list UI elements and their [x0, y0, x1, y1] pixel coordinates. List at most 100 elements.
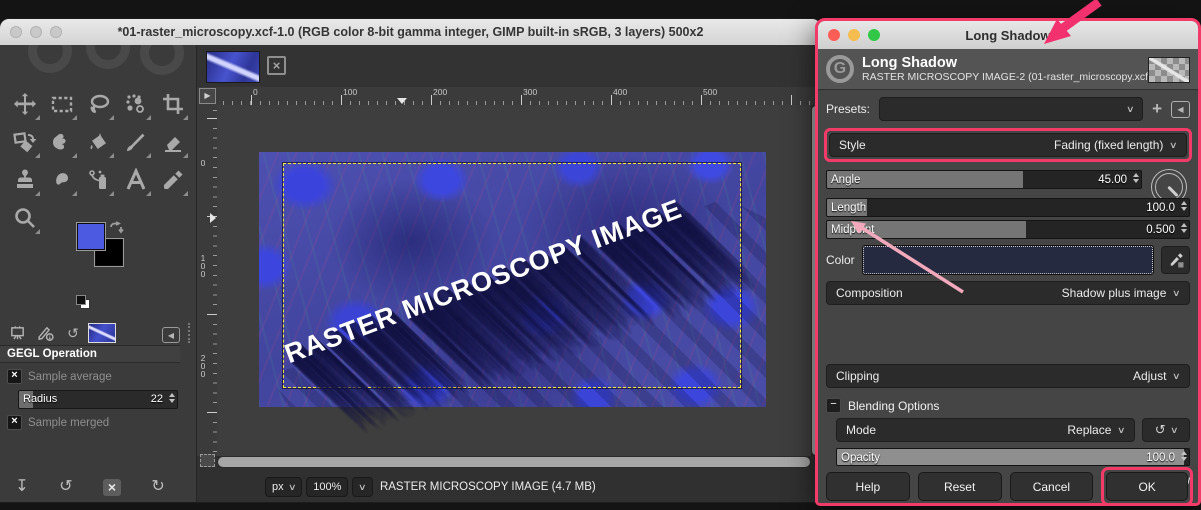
midpoint-spinner[interactable]	[1181, 223, 1187, 233]
quickmask-toggle-button[interactable]	[200, 454, 215, 467]
midpoint-slider[interactable]: Midpoint 0.500	[826, 220, 1190, 239]
opacity-label: Opacity	[841, 451, 880, 464]
chevron-down-icon: ∨	[1169, 424, 1179, 435]
composition-dropdown[interactable]: Composition Shadow plus image ∨	[826, 281, 1190, 305]
h-ruler-label: 0	[253, 87, 258, 97]
save-tool-preset-button[interactable]: ↧	[15, 479, 28, 495]
cancel-button[interactable]: Cancel	[1009, 472, 1094, 501]
move-tool-icon[interactable]	[6, 85, 43, 123]
reset-button[interactable]: Reset	[917, 472, 1002, 501]
vertical-ruler[interactable]: 0 100 200	[197, 105, 218, 456]
main-window-titlebar: *01-raster_microscopy.xcf-1.0 (RGB color…	[0, 19, 821, 45]
presets-dropdown[interactable]: ∨	[879, 97, 1144, 121]
radius-spinner[interactable]	[169, 393, 175, 403]
canvas-viewport[interactable]: RASTER MICROSCOPY IMAGE	[217, 105, 811, 456]
reset-tool-options-button[interactable]: ↻	[151, 479, 164, 495]
tab-undo-history[interactable]: ↺	[60, 323, 86, 343]
sample-merged-checkbox[interactable]: ×	[7, 415, 22, 430]
main-window-title: *01-raster_microscopy.xcf-1.0 (RGB color…	[117, 25, 704, 39]
clone-tool-icon[interactable]	[6, 161, 43, 199]
mode-label: Mode	[846, 423, 877, 437]
delete-tool-preset-button[interactable]: ×	[102, 478, 121, 496]
angle-slider[interactable]: Angle 45.00	[826, 170, 1142, 189]
color-picker-tool-icon[interactable]	[154, 161, 191, 199]
midpoint-value: 0.500	[1146, 223, 1175, 236]
style-label: Style	[839, 138, 866, 152]
filter-name: Long Shadow	[862, 54, 958, 71]
microscopy-image[interactable]: RASTER MICROSCOPY IMAGE	[259, 152, 766, 407]
add-preset-icon[interactable]: +	[1152, 99, 1162, 119]
foreground-color-swatch[interactable]	[77, 223, 105, 250]
bucket-fill-tool-icon[interactable]	[80, 123, 117, 161]
filter-target-image: RASTER MICROSCOPY IMAGE-2 (01-raster_mic…	[862, 71, 1152, 84]
close-image-icon[interactable]: ×	[267, 56, 286, 75]
long-shadow-dialog: Long Shadow G Long Shadow RASTER MICROSC…	[815, 18, 1201, 506]
style-dropdown[interactable]: Style Fading (fixed length) ∨	[829, 133, 1187, 157]
dock-collapse-button[interactable]: ◀	[162, 327, 180, 343]
horizontal-ruler[interactable]: 0 100 200 300 400 500	[217, 87, 821, 106]
crop-tool-icon[interactable]	[154, 85, 191, 123]
tool-options-footer: ↧ ↺ × ↻	[0, 475, 180, 499]
gegl-operation-panel: GEGL Operation × Sample average Radius 2…	[0, 345, 180, 430]
chevron-down-icon: ∨	[1126, 103, 1136, 114]
presets-manage-icon[interactable]: ◀	[1171, 100, 1190, 118]
length-slider[interactable]: Length 100.0	[826, 198, 1190, 217]
smudge-tool-icon[interactable]	[43, 161, 80, 199]
dialog-titlebar[interactable]: Long Shadow	[818, 21, 1198, 49]
status-bar: px ∨ 100% ∨ RASTER MICROSCOPY IMAGE (4.7…	[197, 476, 821, 498]
opacity-value: 100.0	[1146, 451, 1175, 464]
airbrush-tool-icon[interactable]	[80, 161, 117, 199]
zoom-tool-icon[interactable]	[6, 199, 43, 237]
collapse-section-icon[interactable]: −	[826, 398, 841, 413]
zoom-level-input[interactable]: 100%	[306, 477, 349, 497]
dock-drag-handle[interactable]	[188, 323, 190, 343]
tab-device-status[interactable]	[32, 323, 58, 343]
zoom-dropdown-button[interactable]: ∨	[352, 477, 373, 497]
angle-spinner[interactable]	[1133, 173, 1139, 183]
mode-value: Replace	[1067, 423, 1112, 437]
color-picker-button[interactable]	[1161, 246, 1190, 274]
sample-average-checkbox[interactable]: ×	[7, 369, 22, 384]
gimp-wilber-logo	[0, 45, 190, 81]
dialog-title: Long Shadow	[965, 27, 1051, 43]
restore-tool-preset-button[interactable]: ↺	[59, 479, 72, 495]
warp-transform-tool-icon[interactable]	[43, 123, 80, 161]
eraser-tool-icon[interactable]	[154, 123, 191, 161]
canvas-menu-button[interactable]: ▶	[199, 88, 216, 104]
tab-tool-options[interactable]	[4, 323, 30, 343]
unit-dropdown[interactable]: px ∨	[265, 477, 303, 497]
tool-grid	[6, 85, 191, 237]
paintbrush-tool-icon[interactable]	[117, 123, 154, 161]
length-spinner[interactable]	[1181, 201, 1187, 211]
sample-merged-label: Sample merged	[28, 416, 110, 429]
image-tab-thumbnail[interactable]	[206, 51, 260, 83]
mode-reset-dropdown[interactable]: ↺ ∨	[1142, 418, 1190, 442]
blending-options-header[interactable]: − Blending Options	[826, 398, 1190, 413]
opacity-slider[interactable]: Opacity 100.0	[836, 448, 1190, 466]
radius-slider[interactable]: Radius 22	[18, 390, 178, 409]
h-ruler-label: 200	[433, 87, 448, 97]
clipping-value: Adjust	[1133, 369, 1167, 383]
chevron-down-icon: ∨	[358, 481, 367, 492]
image-tab-strip: ×	[197, 45, 821, 87]
image-status-text: RASTER MICROSCOPY IMAGE (4.7 MB)	[379, 481, 596, 493]
transform-tool-icon[interactable]	[6, 123, 43, 161]
default-colors-icon[interactable]	[76, 295, 90, 309]
clipping-dropdown[interactable]: Clipping Adjust ∨	[826, 364, 1190, 388]
free-select-tool-icon[interactable]	[80, 85, 117, 123]
tab-image-thumbnail[interactable]	[88, 323, 116, 343]
text-tool-icon[interactable]	[117, 161, 154, 199]
fuzzy-select-tool-icon[interactable]	[117, 85, 154, 123]
presets-label: Presets:	[826, 102, 871, 116]
shadow-color-swatch[interactable]	[861, 245, 1155, 275]
ok-annotation-highlight: OK	[1101, 467, 1193, 506]
horizontal-scrollbar[interactable]	[217, 456, 811, 468]
composition-label: Composition	[836, 286, 903, 300]
opacity-spinner[interactable]	[1181, 451, 1187, 461]
ok-button[interactable]: OK	[1106, 472, 1188, 501]
rectangle-select-tool-icon[interactable]	[43, 85, 80, 123]
mode-dropdown[interactable]: Mode Replace ∨	[836, 418, 1135, 442]
dock-tab-bar: ↺ ◀	[4, 321, 180, 343]
swap-colors-icon[interactable]	[108, 221, 124, 237]
help-button[interactable]: Help	[826, 472, 910, 501]
